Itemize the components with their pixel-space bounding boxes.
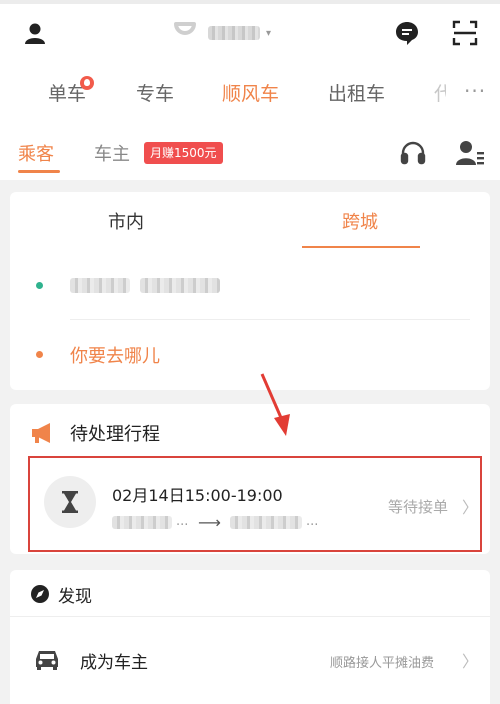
hourglass-icon bbox=[44, 476, 96, 528]
megaphone-icon bbox=[32, 423, 50, 443]
tab-intercity[interactable]: 跨城 bbox=[342, 208, 378, 234]
compass-icon bbox=[31, 585, 49, 603]
promo-badge: 月赚1500元 bbox=[144, 142, 223, 164]
destination-dot-icon bbox=[36, 351, 43, 358]
tab-taxi[interactable]: 出租车 bbox=[328, 76, 385, 112]
pending-trip-item[interactable]: 02月14日15:00-19:00 ... ⟶ ... 等待接单 〉 bbox=[28, 456, 482, 552]
route-divider bbox=[70, 319, 470, 320]
more-tabs-button[interactable]: ··· bbox=[464, 76, 486, 112]
brand-selector[interactable]: ▾ bbox=[170, 16, 280, 50]
discover-card: 发现 成为车主 顺路接人平摊油费 〉 bbox=[10, 570, 490, 704]
tab-designated-driver[interactable]: 代 bbox=[434, 76, 446, 112]
trip-destination-blurred bbox=[230, 516, 302, 529]
chevron-down-icon: ▾ bbox=[266, 27, 272, 39]
role-tab-indicator bbox=[18, 170, 60, 173]
tab-bike[interactable]: 单车 bbox=[48, 76, 94, 112]
route-card: 市内 跨城 你要去哪儿 bbox=[10, 192, 490, 390]
status-strip bbox=[0, 0, 500, 4]
chat-bubble-icon[interactable] bbox=[392, 18, 422, 48]
tab-driver[interactable]: 车主 bbox=[94, 140, 130, 166]
tab-badge-icon bbox=[80, 76, 94, 90]
pickup-dot-icon bbox=[36, 282, 43, 289]
pending-trips-title: 待处理行程 bbox=[70, 424, 160, 445]
destination-input[interactable]: 你要去哪儿 bbox=[70, 342, 160, 368]
pickup-location-blurred-detail[interactable] bbox=[140, 278, 220, 293]
become-driver-desc: 顺路接人平摊油费 bbox=[330, 656, 435, 671]
discover-divider bbox=[10, 616, 490, 617]
tab-hitch[interactable]: 顺风车 bbox=[222, 76, 279, 112]
trip-destination-ellipsis: ... bbox=[306, 514, 319, 529]
car-icon bbox=[36, 651, 58, 670]
discover-title: 发现 bbox=[58, 587, 92, 607]
tab-passenger[interactable]: 乘客 bbox=[18, 140, 54, 166]
pending-trips-card: 待处理行程 02月14日15:00-19:00 ... ⟶ ... 等待接单 〉 bbox=[10, 404, 490, 554]
service-tabs: 单车 专车 顺风车 出租车 代 bbox=[0, 76, 500, 112]
become-driver-label[interactable]: 成为车主 bbox=[80, 648, 148, 673]
driver-profile-icon[interactable] bbox=[455, 138, 485, 168]
scan-icon[interactable] bbox=[450, 18, 480, 48]
user-icon[interactable] bbox=[20, 18, 50, 48]
trip-origin-blurred bbox=[112, 516, 172, 529]
city-name-blurred bbox=[208, 26, 260, 40]
headset-icon[interactable] bbox=[398, 138, 428, 168]
trip-origin-ellipsis: ... bbox=[176, 514, 189, 529]
chevron-right-icon[interactable]: 〉 bbox=[462, 648, 478, 672]
tab-premier[interactable]: 专车 bbox=[136, 76, 174, 112]
trip-time: 02月14日15:00-19:00 bbox=[112, 486, 283, 505]
trip-status: 等待接单 bbox=[388, 498, 449, 516]
pickup-location-blurred[interactable] bbox=[70, 278, 130, 293]
chevron-right-icon: 〉 bbox=[462, 498, 479, 517]
trip-route-arrow-icon: ⟶ bbox=[198, 513, 221, 532]
route-tab-indicator bbox=[302, 246, 420, 248]
app-header: ▾ 单车 专车 顺风车 出租车 代 ··· 乘客 车主 月赚1500元 bbox=[0, 0, 500, 180]
brand-logo-icon bbox=[174, 22, 196, 35]
tab-intracity[interactable]: 市内 bbox=[108, 208, 144, 234]
